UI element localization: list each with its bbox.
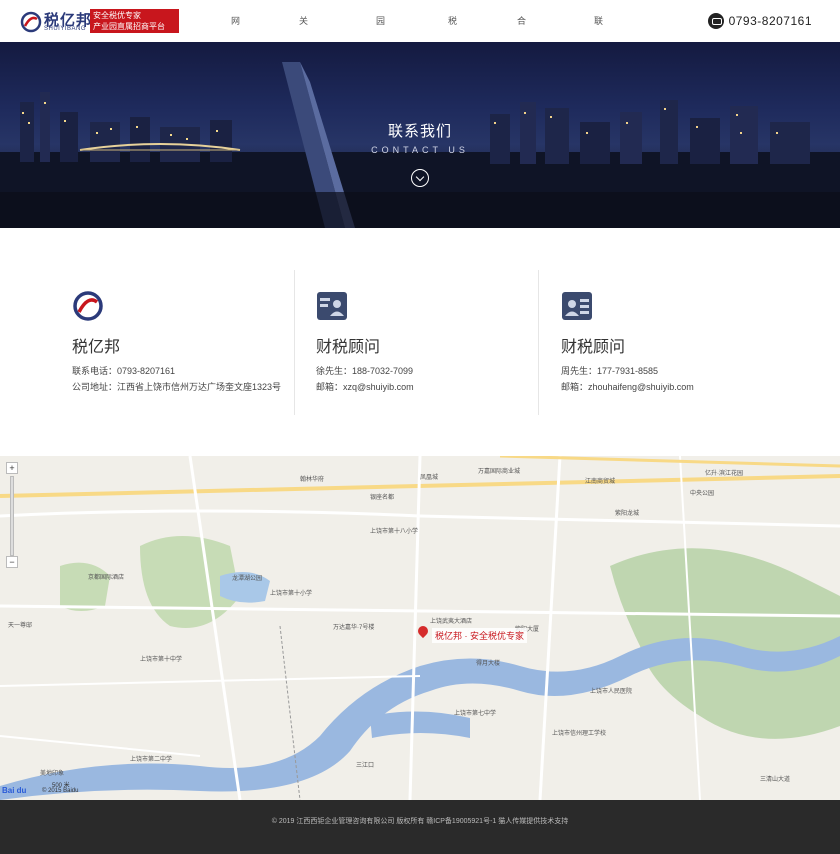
card-phone: 联系电话：0793-8207161	[72, 366, 176, 376]
company-logo-icon	[73, 291, 103, 321]
map-label: 翰林华府	[300, 477, 325, 483]
map-label: 上饶市信州理工学校	[552, 731, 607, 737]
contact-card-company: 税亿邦 联系电话：0793-8207161 公司地址：江西省上饶市信州万达广场奎…	[72, 270, 302, 415]
baidu-logo[interactable]: Bai du	[2, 786, 26, 795]
map-label: 紫阳龙城	[615, 511, 640, 517]
location-map[interactable]: + − 翰林华府 银座名都 凤凰城 万嘉国际商业城 江南商贸城 亿升·滨江花园 …	[0, 456, 840, 800]
contact-card-advisor-1: 财税顾问 徐先生：188-7032-7099 邮箱：xzq@shuiyib.co…	[316, 270, 546, 415]
map-marker-label[interactable]: 税亿邦 · 安全税优专家	[432, 628, 527, 643]
card-email[interactable]: 邮箱：xzq@shuiyib.com	[316, 380, 414, 393]
map-zoom-control[interactable]: + −	[6, 462, 20, 582]
map-label: 美地印象	[40, 771, 65, 777]
card-phone: 徐先生：188-7032-7099	[316, 366, 414, 376]
map-label: 上饶市第十八小学	[370, 529, 419, 535]
map-label: 天一尊邸	[8, 623, 33, 629]
logo-tagline: 安全税优专家 产业园直属招商平台	[90, 9, 179, 33]
map-label: 上饶市第十小学	[270, 591, 313, 597]
map-label: 万达嘉华·7号楼	[333, 625, 375, 631]
map-label: 亿升·滨江花园	[705, 471, 743, 477]
card-divider	[538, 270, 539, 415]
card-title: 税亿邦	[72, 339, 121, 356]
map-label: 江南商贸城	[585, 479, 616, 485]
phone-number: 0793-8207161	[728, 14, 812, 28]
scroll-down-icon[interactable]	[411, 169, 429, 187]
card-email[interactable]: 邮箱：zhouhaifeng@shuiyib.com	[561, 380, 694, 393]
card-phone: 周先生：177-7931-8585	[561, 366, 659, 376]
map-label: 上饶市第十中学	[140, 657, 183, 663]
site-logo[interactable]: 税亿邦 SHUIYIBANG 安全税优专家 产业园直属招商平台	[20, 9, 179, 35]
phone-icon	[707, 13, 724, 29]
zoom-out-button[interactable]: −	[6, 556, 18, 568]
tagline-line-1: 安全税优专家	[93, 11, 141, 20]
banner-subtitle: CONTACT US	[371, 145, 469, 155]
card-address: 公司地址：江西省上饶市信州万达广场奎文座1323号	[72, 382, 282, 392]
logo-text-en: SHUIYIBANG	[44, 26, 87, 32]
card-title: 财税顾问	[316, 339, 381, 356]
id-card-icon	[562, 292, 592, 320]
map-label: 万嘉国际商业城	[478, 469, 521, 475]
map-label: 中央公园	[690, 491, 715, 497]
card-divider	[294, 270, 295, 415]
map-label: 上饶武夷大酒店	[430, 619, 473, 625]
contact-card-advisor-2: 财税顾问 周先生：177-7931-8585 邮箱：zhouhaifeng@sh…	[561, 270, 791, 415]
map-label: 上饶市人民医院	[590, 689, 633, 695]
page-banner: 联系我们 CONTACT US	[0, 42, 840, 228]
map-label: 三清山大道	[760, 777, 791, 783]
map-copyright: © 2015 Baidu	[42, 788, 79, 794]
contact-cards: 税亿邦 联系电话：0793-8207161 公司地址：江西省上饶市信州万达广场奎…	[0, 228, 840, 456]
map-label: 得月大楼	[476, 661, 501, 667]
card-title: 财税顾问	[561, 339, 626, 356]
person-card-icon	[317, 292, 347, 320]
map-label: 上饶市第二中学	[130, 757, 173, 763]
map-label: 上饶市第七中学	[454, 711, 497, 717]
site-header: 税亿邦 SHUIYIBANG 安全税优专家 产业园直属招商平台 网站首页 关于税…	[0, 0, 840, 194]
footer-copyright: © 2019 江西西钜企业管理咨询有限公司 版权所有 赣ICP备19005921…	[271, 818, 569, 825]
zoom-in-button[interactable]: +	[6, 462, 18, 474]
map-label: 三江口	[356, 763, 375, 769]
logo-icon	[20, 11, 42, 33]
banner-title: 联系我们	[387, 123, 452, 140]
zoom-slider[interactable]	[10, 476, 14, 556]
map-label: 京都国际酒店	[88, 575, 125, 581]
map-label: 银座名都	[370, 495, 395, 501]
map-label: 龙潭湖公园	[232, 576, 263, 582]
tagline-line-2: 产业园直属招商平台	[93, 22, 165, 31]
site-footer: © 2019 江西西钜企业管理咨询有限公司 版权所有 赣ICP备19005921…	[0, 800, 840, 854]
map-label: 凤凰城	[420, 475, 439, 481]
header-phone[interactable]: 0793-8207161	[707, 12, 812, 30]
